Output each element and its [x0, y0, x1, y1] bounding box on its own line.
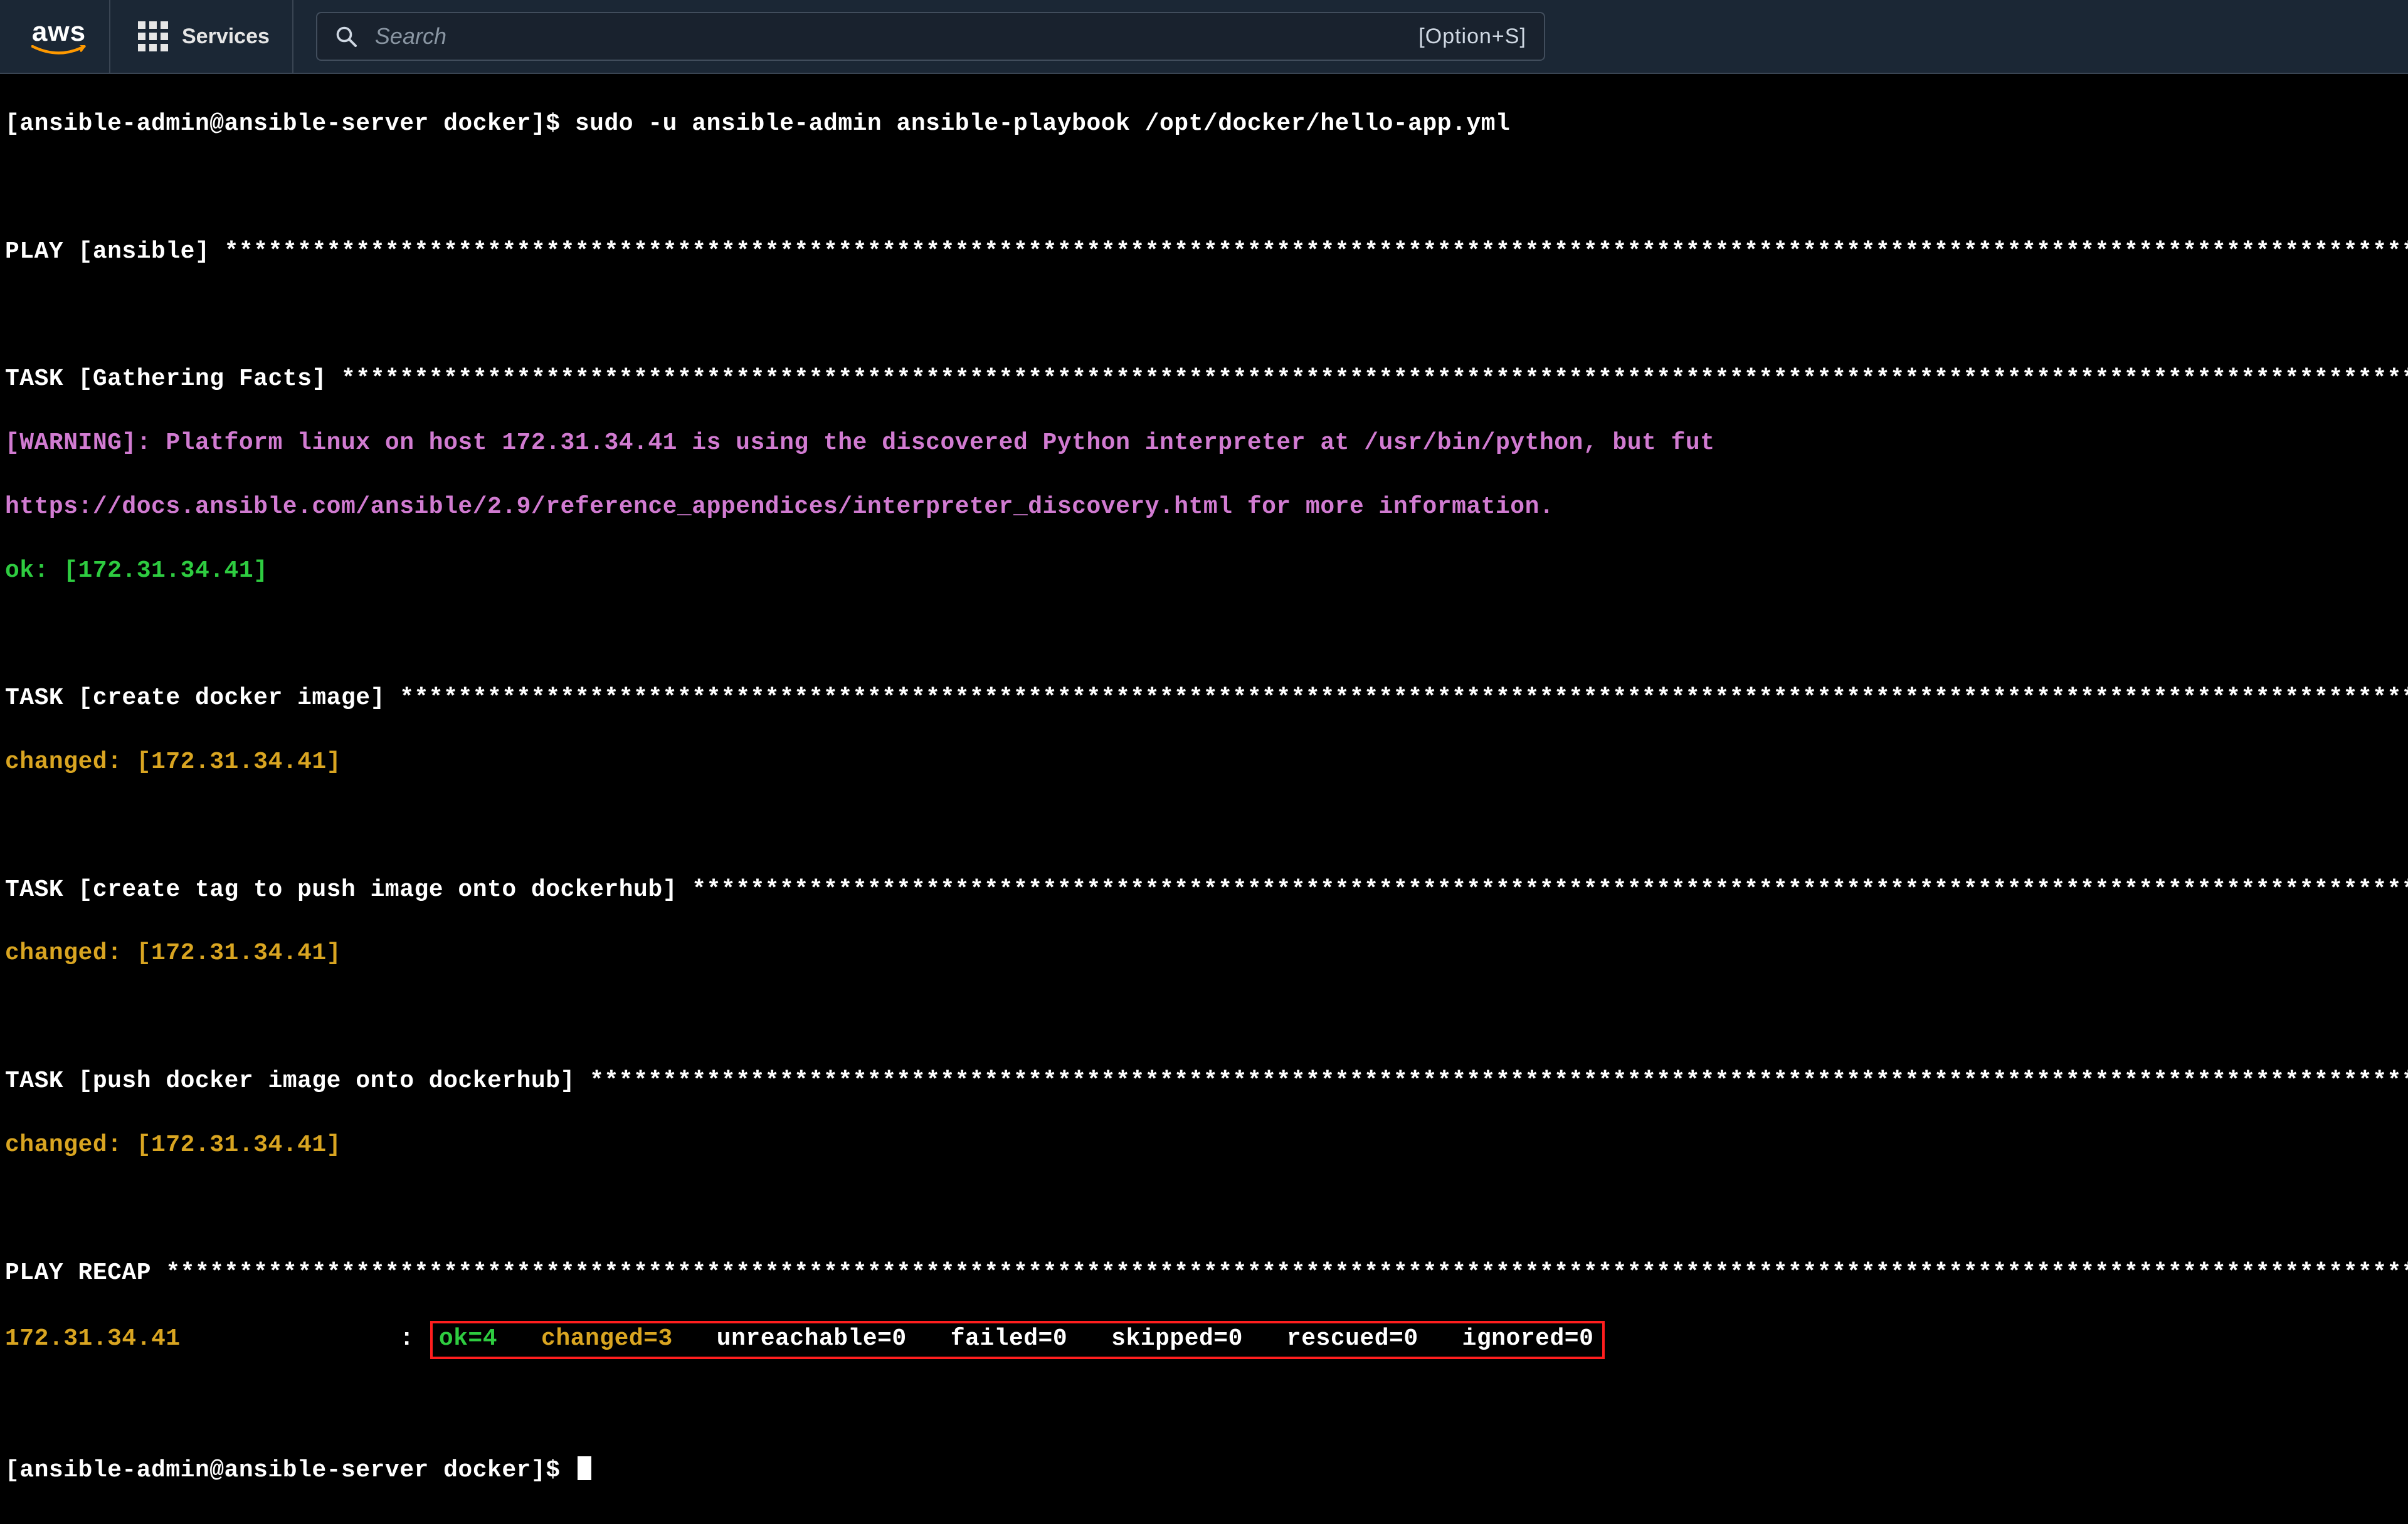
recap-rescued: rescued=0	[1287, 1325, 1462, 1352]
blank-line	[5, 1391, 2403, 1423]
blank-line	[5, 1002, 2403, 1034]
blank-line	[5, 172, 2403, 204]
recap-ignored: ignored=0	[1462, 1325, 1597, 1352]
prompt-line-2: [ansible-admin@ansible-server docker]$	[5, 1455, 2403, 1487]
services-button[interactable]: Services	[115, 0, 293, 73]
play-recap-line: 172.31.34.41 : ok=4changed=3unreachable=…	[5, 1321, 2403, 1359]
recap-host: 172.31.34.41	[5, 1325, 181, 1352]
task-create-tag: TASK [create tag to push image onto dock…	[5, 875, 2403, 907]
play-header: PLAY [ansible] *************************…	[5, 236, 2403, 268]
terminal-output[interactable]: [ansible-admin@ansible-server docker]$ s…	[0, 74, 2408, 1524]
changed-line-3: changed: [172.31.34.41]	[5, 1130, 2403, 1162]
search-icon	[335, 25, 357, 48]
services-label: Services	[182, 24, 270, 49]
play-recap-header: PLAY RECAP *****************************…	[5, 1258, 2403, 1290]
recap-changed: changed=3	[541, 1325, 717, 1352]
services-grid-icon	[138, 21, 168, 51]
shell-prompt: [ansible-admin@ansible-server docker]$	[5, 110, 575, 137]
changed-line-2: changed: [172.31.34.41]	[5, 938, 2403, 970]
shell-prompt: [ansible-admin@ansible-server docker]$	[5, 1457, 575, 1484]
aws-logo-icon: aws	[31, 16, 87, 56]
prompt-line-1: [ansible-admin@ansible-server docker]$ s…	[5, 108, 2403, 140]
recap-highlight-box: ok=4changed=3unreachable=0failed=0skippe…	[430, 1321, 1605, 1359]
aws-logo-text: aws	[32, 16, 86, 48]
task-push-image: TASK [push docker image onto dockerhub] …	[5, 1066, 2403, 1098]
aws-top-nav: aws Services [Option+S]	[0, 0, 2408, 74]
search-box[interactable]: [Option+S]	[316, 12, 1545, 61]
blank-line	[5, 811, 2403, 843]
recap-ok: ok=4	[439, 1325, 541, 1352]
star-fill: ****************************************…	[224, 238, 2408, 265]
task-create-image: TASK [create docker image] *************…	[5, 683, 2403, 715]
task-gathering-facts: TASK [Gathering Facts] *****************…	[5, 364, 2403, 396]
search-input[interactable]	[375, 23, 1401, 50]
command-text: sudo -u ansible-admin ansible-playbook /…	[575, 110, 1510, 137]
warning-line-1: [WARNING]: Platform linux on host 172.31…	[5, 428, 2403, 460]
recap-skipped: skipped=0	[1111, 1325, 1287, 1352]
changed-line-1: changed: [172.31.34.41]	[5, 747, 2403, 779]
ok-host-line: ok: [172.31.34.41]	[5, 555, 2403, 587]
search-shortcut-hint: [Option+S]	[1418, 24, 1526, 49]
blank-line	[5, 1194, 2403, 1226]
aws-smile-icon	[31, 45, 87, 56]
blank-line	[5, 619, 2403, 651]
blank-line	[5, 300, 2403, 332]
search-cell: [Option+S]	[298, 0, 1568, 73]
recap-failed: failed=0	[951, 1325, 1111, 1352]
aws-logo-cell[interactable]: aws	[9, 0, 110, 73]
warning-line-2: https://docs.ansible.com/ansible/2.9/ref…	[5, 491, 2403, 523]
recap-unreachable: unreachable=0	[717, 1325, 951, 1352]
cursor-block	[578, 1456, 591, 1480]
